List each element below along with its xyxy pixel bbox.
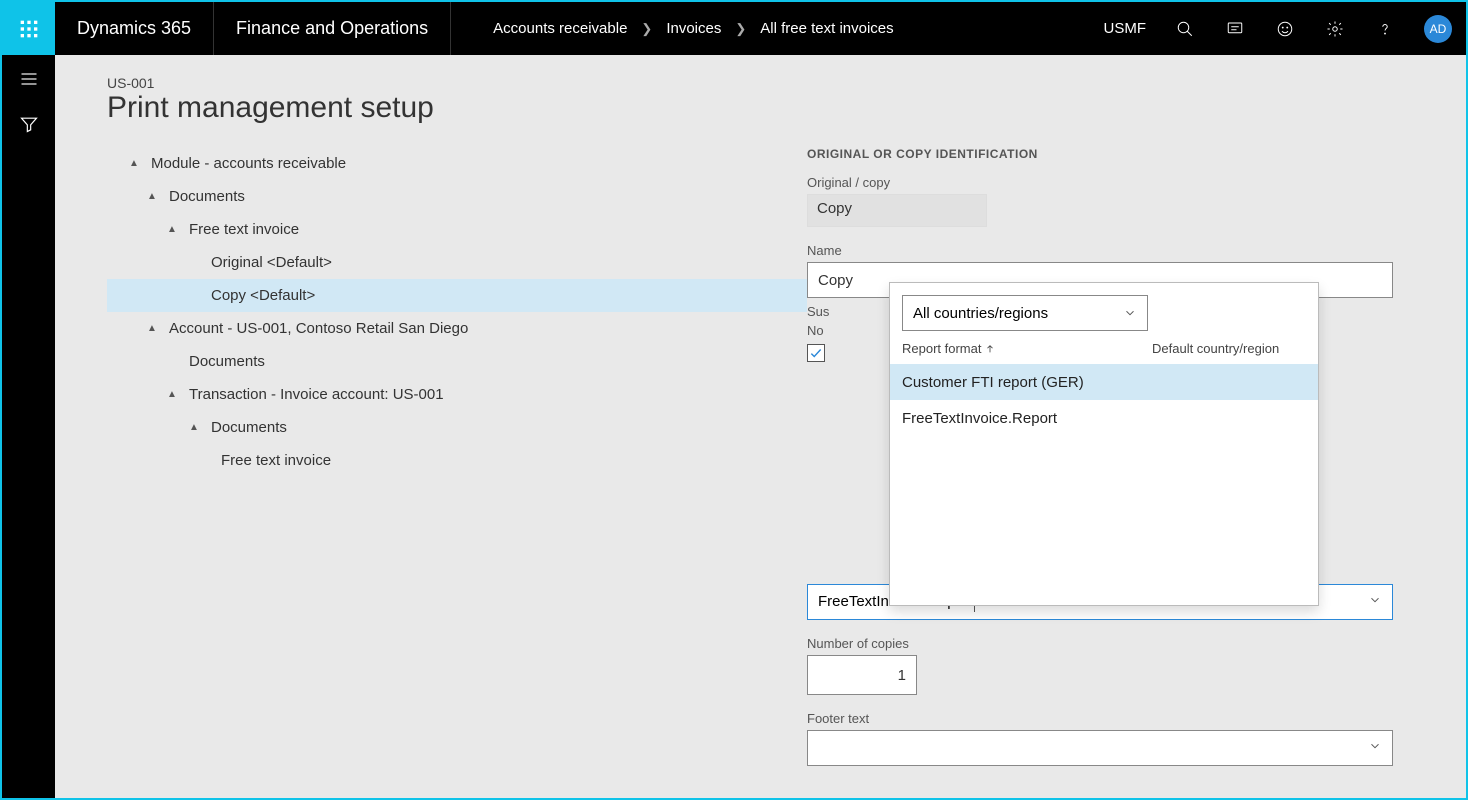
feedback-button[interactable]: [1260, 2, 1310, 55]
checkbox[interactable]: [807, 344, 825, 362]
hamburger-icon: [19, 69, 39, 89]
chat-icon: [1226, 20, 1244, 38]
originalcopy-label: Original / copy: [807, 175, 1422, 190]
help-icon: [1376, 20, 1394, 38]
waffle-icon: [19, 19, 39, 39]
tree-label: Documents: [211, 412, 287, 444]
tree-node-documents[interactable]: ▲Documents: [107, 180, 807, 213]
report-format-dropdown-popup: All countries/regions Report format Defa…: [889, 282, 1319, 606]
smile-icon: [1276, 20, 1294, 38]
tree-node-free-text-invoice[interactable]: ▲Free text invoice: [107, 213, 807, 246]
section-header: ORIGINAL OR COPY IDENTIFICATION: [807, 147, 1422, 161]
dropdown-option[interactable]: FreeTextInvoice.Report: [890, 400, 1318, 436]
tree-node-free-text-invoice-2[interactable]: ▶Free text invoice: [107, 444, 807, 477]
name-label: Name: [807, 243, 1422, 258]
tree-node-documents-3[interactable]: ▲Documents: [107, 411, 807, 444]
chevron-right-icon: ❯: [641, 21, 652, 37]
nav-menu-button[interactable]: [19, 69, 39, 94]
country-filter-value: All countries/regions: [913, 305, 1048, 322]
tree-node-documents-2[interactable]: ▶Documents: [107, 345, 807, 378]
settings-button[interactable]: [1310, 2, 1360, 55]
tree-label: Module - accounts receivable: [151, 148, 346, 180]
chevron-right-icon: ❯: [735, 21, 746, 37]
country-filter-select[interactable]: All countries/regions: [902, 295, 1148, 331]
gear-icon: [1326, 20, 1344, 38]
company-code[interactable]: USMF: [1090, 20, 1161, 37]
tree-node-copy-default[interactable]: Copy <Default>: [107, 279, 807, 312]
main-content: US-001 Print management setup ▲Module - …: [55, 55, 1466, 798]
left-nav-rail: [2, 55, 55, 798]
tree-label: Free text invoice: [189, 214, 299, 246]
filter-button[interactable]: [19, 114, 39, 139]
caret-down-icon: ▲: [147, 181, 161, 213]
chevron-down-icon: [1123, 306, 1137, 320]
tree-label: Documents: [189, 346, 265, 378]
breadcrumb-item[interactable]: Invoices: [666, 20, 721, 37]
dropdown-option[interactable]: Customer FTI report (GER): [890, 364, 1318, 400]
caret-down-icon: ▲: [129, 148, 143, 180]
copies-label: Number of copies: [807, 636, 1422, 651]
help-button[interactable]: [1360, 2, 1410, 55]
tree-node-original-default[interactable]: Original <Default>: [107, 246, 807, 279]
tree-pane: ▲Module - accounts receivable ▲Documents…: [107, 147, 807, 477]
tree-node-module[interactable]: ▲Module - accounts receivable: [107, 147, 807, 180]
tree-node-account[interactable]: ▲Account - US-001, Contoso Retail San Di…: [107, 312, 807, 345]
tree-node-transaction[interactable]: ▲Transaction - Invoice account: US-001: [107, 378, 807, 411]
sort-asc-icon: [985, 344, 995, 354]
page-context: US-001: [107, 75, 1466, 91]
search-icon: [1176, 20, 1194, 38]
tree-label: Transaction - Invoice account: US-001: [189, 379, 444, 411]
user-avatar[interactable]: AD: [1424, 15, 1452, 43]
caret-down-icon: ▲: [189, 412, 203, 444]
caret-down-icon: ▲: [167, 379, 181, 411]
footer-label: Footer text: [807, 711, 1422, 726]
topbar-actions: USMF AD: [1090, 2, 1467, 55]
chevron-down-icon: [1368, 739, 1382, 758]
originalcopy-value: Copy: [807, 194, 987, 227]
breadcrumb: Accounts receivable ❯ Invoices ❯ All fre…: [451, 20, 1089, 37]
caret-down-icon: ▲: [167, 214, 181, 246]
column-header-report-format[interactable]: Report format: [902, 341, 1152, 356]
chevron-down-icon: [1368, 593, 1382, 611]
suspend-label-partial: Sus: [807, 304, 829, 319]
tree-label: Documents: [169, 181, 245, 213]
app-launcher-button[interactable]: [2, 2, 55, 55]
caret-down-icon: ▲: [147, 313, 161, 345]
tree-label: Copy <Default>: [211, 287, 315, 304]
module-name[interactable]: Finance and Operations: [214, 2, 451, 55]
check-icon: [809, 346, 823, 360]
tree-label: Account - US-001, Contoso Retail San Die…: [169, 313, 468, 345]
search-button[interactable]: [1160, 2, 1210, 55]
page-title: Print management setup: [107, 91, 1466, 125]
product-brand[interactable]: Dynamics 365: [55, 2, 214, 55]
topbar: Dynamics 365 Finance and Operations Acco…: [2, 2, 1466, 55]
footer-text-select[interactable]: [807, 730, 1393, 766]
funnel-icon: [19, 114, 39, 134]
column-header-default-country[interactable]: Default country/region: [1152, 341, 1306, 356]
tree-label: Free text invoice: [221, 445, 331, 477]
nolabel-partial: No: [807, 323, 824, 338]
copies-input[interactable]: [807, 655, 917, 695]
tree-label: Original <Default>: [211, 247, 332, 279]
messages-button[interactable]: [1210, 2, 1260, 55]
breadcrumb-item[interactable]: Accounts receivable: [493, 20, 627, 37]
breadcrumb-item[interactable]: All free text invoices: [760, 20, 893, 37]
